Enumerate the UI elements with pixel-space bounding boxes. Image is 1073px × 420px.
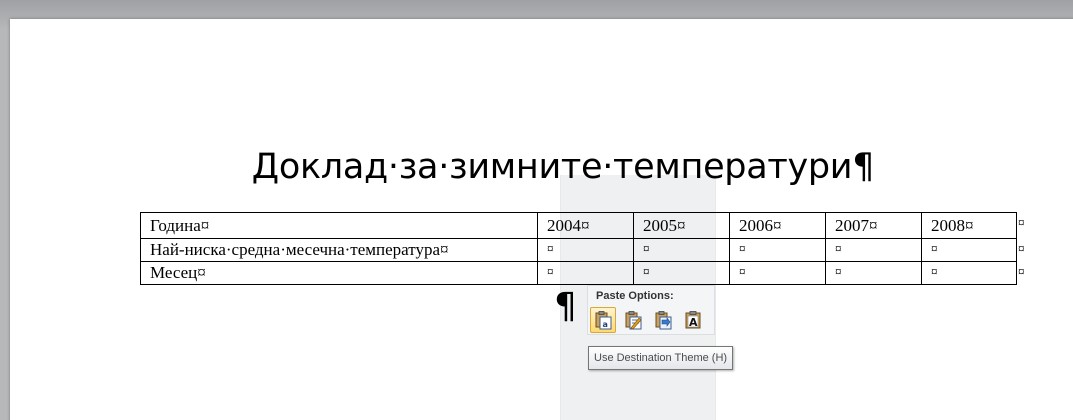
table-row: Месец¤ ¤ ¤ ¤ ¤ ¤ bbox=[140, 261, 1017, 285]
temperature-table[interactable]: Година¤ 2004¤ 2005¤ 2006¤ 2007¤ 2008¤ На… bbox=[140, 212, 1017, 285]
cell-end-mark: ¤ bbox=[835, 241, 842, 256]
document-workspace: Доклад·за·зимните·температури¶ Година¤ 2… bbox=[0, 0, 1073, 420]
table-cell-label[interactable]: Година¤ bbox=[140, 212, 538, 239]
picture-button[interactable] bbox=[650, 307, 676, 333]
table-cell[interactable]: ¤ bbox=[825, 261, 922, 285]
paste-options-title: Paste Options: bbox=[596, 290, 674, 302]
table-row: Най-ниска·средна·месечна·температура¤ ¤ … bbox=[140, 238, 1017, 262]
table-cell[interactable]: 2004¤ bbox=[537, 212, 634, 239]
cell-end-mark: ¤ bbox=[547, 241, 554, 256]
cell-end-mark: ¤ bbox=[643, 264, 650, 279]
table-cell[interactable]: ¤ bbox=[633, 261, 730, 285]
row-end-mark: ¤ bbox=[1018, 215, 1025, 230]
keep-text-only-button[interactable]: A bbox=[680, 307, 706, 333]
cell-end-mark: ¤ bbox=[547, 264, 554, 279]
table-cell[interactable]: 2007¤ bbox=[825, 212, 922, 239]
merge-formatting-button[interactable] bbox=[620, 307, 646, 333]
table-cell[interactable]: ¤ bbox=[729, 238, 826, 262]
table-cell[interactable]: ¤ bbox=[537, 238, 634, 262]
row-end-mark: ¤ bbox=[1018, 241, 1025, 256]
svg-text:A: A bbox=[689, 316, 698, 329]
paste-option-tooltip: Use Destination Theme (H) bbox=[588, 346, 734, 370]
table-cell[interactable]: ¤ bbox=[825, 238, 922, 262]
row-end-mark: ¤ bbox=[1018, 264, 1025, 279]
table-cell[interactable]: 2006¤ bbox=[729, 212, 826, 239]
document-title[interactable]: Доклад·за·зимните·температури¶ bbox=[0, 147, 1073, 187]
cell-end-mark: ¤ bbox=[835, 264, 842, 279]
table-row: Година¤ 2004¤ 2005¤ 2006¤ 2007¤ 2008¤ bbox=[140, 212, 1017, 239]
cell-end-mark: ¤ bbox=[739, 241, 746, 256]
cell-end-mark: ¤ bbox=[931, 264, 938, 279]
table-cell-label[interactable]: Най-ниска·средна·месечна·температура¤ bbox=[140, 238, 538, 262]
svg-text:a: a bbox=[603, 320, 608, 329]
table-cell[interactable]: 2008¤ bbox=[921, 212, 1017, 239]
table-cell-label[interactable]: Месец¤ bbox=[140, 261, 538, 285]
use-destination-theme-button[interactable]: a bbox=[590, 307, 616, 333]
paste-options-panel: Paste Options: a A bbox=[587, 285, 715, 335]
cell-end-mark: ¤ bbox=[931, 241, 938, 256]
cell-end-mark: ¤ bbox=[643, 241, 650, 256]
paragraph-mark: ¶ bbox=[554, 286, 577, 327]
table-cell[interactable]: 2005¤ bbox=[633, 212, 730, 239]
table-cell[interactable]: ¤ bbox=[729, 261, 826, 285]
table-cell[interactable]: ¤ bbox=[633, 238, 730, 262]
table-cell[interactable]: ¤ bbox=[921, 261, 1017, 285]
table-cell[interactable]: ¤ bbox=[921, 238, 1017, 262]
table-cell[interactable]: ¤ bbox=[537, 261, 634, 285]
cell-end-mark: ¤ bbox=[739, 264, 746, 279]
